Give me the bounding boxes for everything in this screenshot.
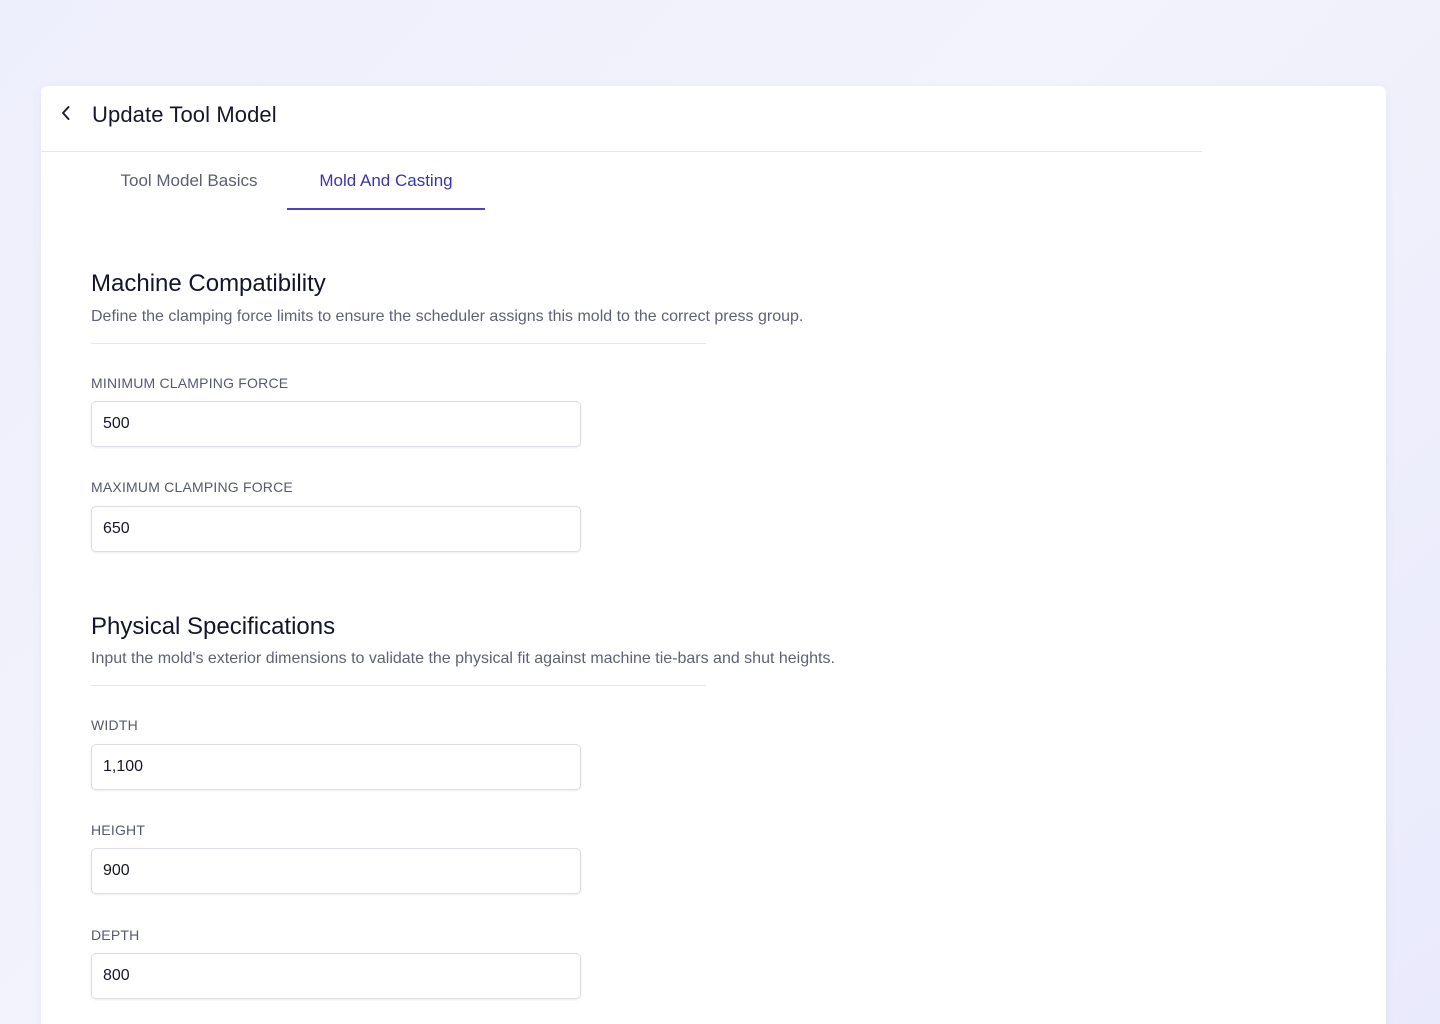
minimum-clamping-force-label: MINIMUM CLAMPING FORCE <box>91 375 289 391</box>
maximum-clamping-force-input[interactable] <box>91 506 581 552</box>
physical-specifications-description: Input the mold's exterior dimensions to … <box>91 650 835 667</box>
height-input[interactable] <box>91 848 581 894</box>
section-divider <box>91 343 706 344</box>
chevron-left-icon <box>61 105 71 126</box>
depth-input[interactable] <box>91 953 581 999</box>
width-input[interactable] <box>91 744 581 790</box>
page-title: Update Tool Model <box>92 102 277 127</box>
update-tool-model-card: Update Tool Model Tool Model Basics Mold… <box>41 86 1386 1024</box>
machine-compatibility-description: Define the clamping force limits to ensu… <box>91 308 804 325</box>
section-divider <box>91 685 706 686</box>
minimum-clamping-force-input[interactable] <box>91 401 581 447</box>
maximum-clamping-force-label: MAXIMUM CLAMPING FORCE <box>91 479 293 495</box>
width-label: WIDTH <box>91 717 138 733</box>
page-header: Update Tool Model <box>41 86 1202 152</box>
machine-compatibility-heading: Machine Compatibility <box>91 270 326 297</box>
tab-tool-model-basics[interactable]: Tool Model Basics <box>91 152 287 210</box>
tab-mold-and-casting[interactable]: Mold And Casting <box>287 152 485 210</box>
physical-specifications-heading: Physical Specifications <box>91 613 336 640</box>
back-button[interactable] <box>57 103 75 127</box>
height-label: HEIGHT <box>91 822 146 838</box>
depth-label: DEPTH <box>91 927 140 943</box>
